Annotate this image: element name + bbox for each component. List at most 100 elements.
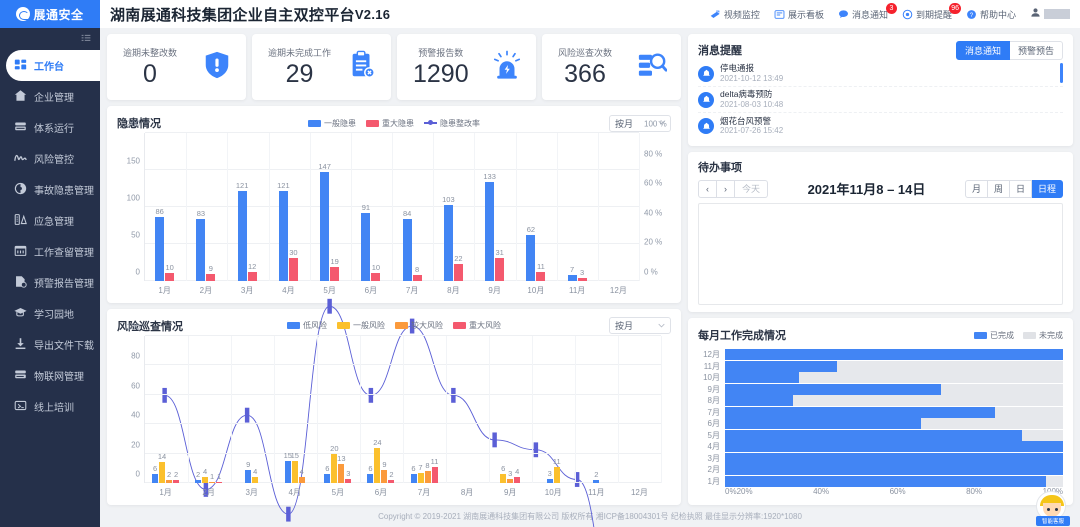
sidebar-item-emergency[interactable]: 应急管理 [0,205,100,236]
header-tool-video[interactable]: 视频监控 [710,8,760,21]
bar[interactable]: 12 [248,272,257,281]
bar[interactable]: 6 [324,474,330,483]
sidebar-item-enterprise[interactable]: 企业管理 [0,81,100,112]
bar[interactable]: 15 [285,461,291,483]
bar[interactable]: 31 [495,258,504,281]
header-tool-message[interactable]: 消息通知 3 [838,8,888,21]
completion-fill[interactable] [725,361,837,372]
todo-agenda-area[interactable] [698,203,1063,305]
sidebar-item-label: 风险管控 [34,151,74,166]
bar[interactable]: 62 [526,235,535,281]
bar[interactable]: 103 [444,205,453,281]
sidebar-collapse-button[interactable] [0,28,100,50]
bar[interactable]: 11 [536,272,545,280]
customer-service-widget[interactable]: 智能客服 [1036,491,1070,525]
bar[interactable]: 11 [554,467,560,483]
bar[interactable]: 24 [374,448,380,483]
bar[interactable]: 133 [485,182,494,280]
bar[interactable]: 15 [292,461,298,483]
bar[interactable]: 9 [206,274,215,281]
brand-logo-area[interactable]: 展通安全 [0,0,100,28]
bar[interactable]: 22 [454,264,463,280]
list-item[interactable]: 停电通报 2021-10-12 13:49 [698,61,1063,87]
completion-fill[interactable] [725,476,1046,487]
sidebar-item-study[interactable]: 学习园地 [0,298,100,329]
stat-card-risk-inspections[interactable]: 风险巡查次数 366 [542,34,681,100]
completion-fill[interactable] [725,464,1063,475]
bar[interactable]: 11 [432,467,438,483]
list-item[interactable]: delta病毒预防 2021-08-03 10:48 [698,87,1063,113]
sidebar-item-risk-control[interactable]: 风险管控 [0,143,100,174]
risk-period-select[interactable]: 按月 [609,317,671,334]
todo-prev-button[interactable]: ‹ [698,180,717,198]
todo-view-month[interactable]: 月 [965,180,988,198]
legend-item-general-hazard: 一般隐患 [308,118,356,129]
hazard-chart-card: 隐患情况 一般隐患 重大隐患 [107,106,681,303]
sidebar-item-workbench[interactable]: 工作台 [6,50,100,81]
bar-value-label: 9 [382,460,386,469]
completion-fill[interactable] [725,453,1063,464]
todo-next-button[interactable]: › [717,180,735,198]
bar[interactable]: 6 [367,474,373,483]
stat-card-overdue-unfinished[interactable]: 逾期未完成工作 29 [252,34,391,100]
bar[interactable]: 9 [381,470,387,483]
bar[interactable]: 7 [418,473,424,483]
version-label: V2.16 [355,7,390,22]
header-tool-dashboard[interactable]: 展示看板 [774,8,824,21]
sidebar-item-export-download[interactable]: 导出文件下载 [0,329,100,360]
completion-track [725,349,1063,360]
header-tool-expiry[interactable]: 到期提醒 96 [902,8,952,21]
todo-view-agenda[interactable]: 日程 [1032,180,1063,198]
bar-value-label: 8 [425,461,429,470]
bar[interactable]: 8 [425,471,431,483]
completion-fill[interactable] [725,441,1063,452]
completion-fill[interactable] [725,407,995,418]
list-item[interactable]: 烟花台风预警 2021-07-26 15:42 [698,113,1063,139]
completion-fill[interactable] [725,395,793,406]
completion-fill[interactable] [725,384,941,395]
completion-fill[interactable] [725,430,1022,441]
bar[interactable]: 83 [196,219,205,280]
bar[interactable]: 6 [152,474,158,483]
completion-fill[interactable] [725,349,1063,360]
sidebar-item-online-training[interactable]: 线上培训 [0,391,100,422]
bar-group [446,336,489,484]
bar[interactable]: 91 [361,213,370,280]
bar[interactable]: 9 [245,470,251,483]
bar[interactable]: 84 [403,219,412,281]
legend-label: 一般风险 [353,320,385,331]
message-list-scrollbar[interactable] [1060,63,1063,83]
completion-fill[interactable] [725,372,799,383]
todo-view-day[interactable]: 日 [1010,180,1032,198]
todo-view-week[interactable]: 周 [988,180,1010,198]
sidebar-item-iot[interactable]: 物联网管理 [0,360,100,391]
bar-value-label: 1 [210,472,214,481]
bar[interactable]: 147 [320,172,329,280]
content-area: 逾期未整改数 0 逾期未完成工作 29 [100,28,1080,527]
bar[interactable]: 10 [371,273,380,280]
bar[interactable]: 121 [238,191,247,280]
bar[interactable]: 19 [330,267,339,281]
stat-card-overdue-unrectified[interactable]: 逾期未整改数 0 [107,34,246,100]
bar[interactable]: 13 [338,464,344,483]
completion-x-axis: 0%20%40%60%80%100% [698,487,1063,501]
tab-warning-forecast[interactable]: 预警预告 [1010,41,1063,60]
user-avatar-area[interactable] [1030,5,1070,23]
bar[interactable]: 10 [165,273,174,280]
bar[interactable]: 14 [159,462,165,483]
bar[interactable]: 6 [500,474,506,483]
header-tool-help[interactable]: ? 帮助中心 [966,8,1016,21]
bar[interactable]: 30 [289,258,298,280]
todo-today-button[interactable]: 今天 [735,180,768,198]
sidebar-item-work-record[interactable]: 工作查留管理 [0,236,100,267]
sidebar-item-system-operation[interactable]: 体系运行 [0,112,100,143]
tab-message-notice[interactable]: 消息通知 [956,41,1010,60]
sidebar-item-hazard-management[interactable]: 事故隐患管理 [0,174,100,205]
bar[interactable]: 86 [155,217,164,280]
sidebar-item-warning-report[interactable]: 预警报告管理 [0,267,100,298]
bar[interactable]: 6 [411,474,417,483]
bar-value-label: 2 [389,470,393,479]
bar[interactable]: 121 [279,191,288,280]
stat-card-warning-reports[interactable]: 预警报告数 1290 [397,34,536,100]
completion-fill[interactable] [725,418,921,429]
